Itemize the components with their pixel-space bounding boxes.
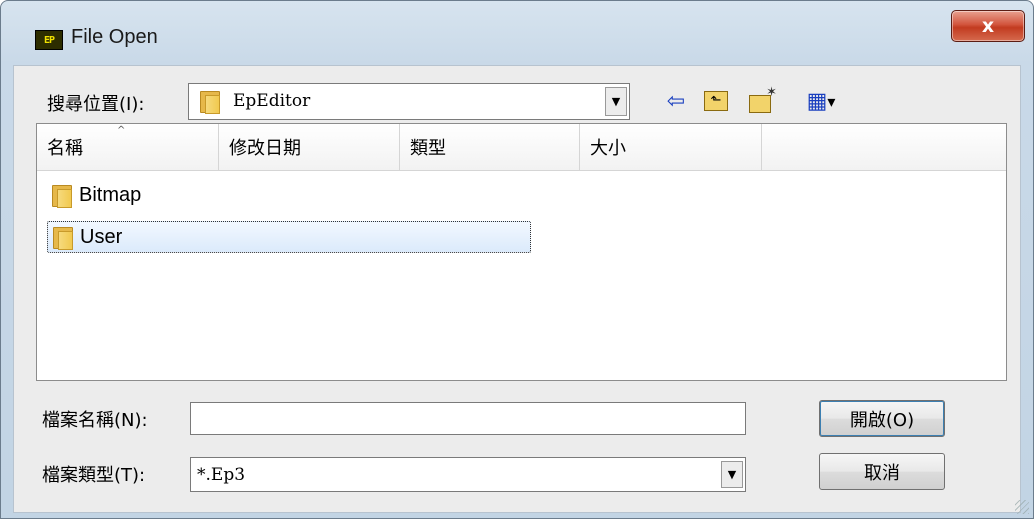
sparkle-icon: ✶ xyxy=(766,85,777,100)
open-button-label: 開啟(O) xyxy=(849,409,915,431)
view-menu-button[interactable]: ▦ ▾ xyxy=(793,88,849,114)
cancel-button-label: 取消 xyxy=(864,462,900,484)
window-title: File Open xyxy=(71,26,158,48)
close-button[interactable]: x xyxy=(951,10,1025,42)
list-item-selected[interactable]: User xyxy=(47,221,531,253)
app-icon: EP xyxy=(35,30,63,50)
look-in-value: EpEditor xyxy=(233,91,311,111)
up-folder-icon: ⬑ xyxy=(704,91,728,111)
folder-icon xyxy=(51,184,72,208)
column-header-size[interactable]: 大小 xyxy=(580,124,762,170)
column-label: 名稱 xyxy=(47,138,83,159)
file-type-label: 檔案類型(T): xyxy=(42,465,146,486)
list-item-label: Bitmap xyxy=(79,183,142,206)
file-name-label: 檔案名稱(N): xyxy=(42,410,148,431)
file-type-dropdown-arrow[interactable]: ▼ xyxy=(721,461,743,488)
list-item-label: User xyxy=(80,225,123,248)
back-button[interactable]: ⇦ xyxy=(661,88,691,114)
file-type-combobox[interactable]: *.Ep3 ▼ xyxy=(190,457,746,492)
sort-ascending-icon: ^ xyxy=(117,125,126,136)
file-list[interactable]: ^ 名稱 修改日期 類型 大小 Bitmap User xyxy=(36,123,1007,381)
title-bar[interactable]: EP File Open x xyxy=(1,1,1033,65)
column-label: 大小 xyxy=(590,138,626,159)
list-header: ^ 名稱 修改日期 類型 大小 xyxy=(37,124,1006,171)
new-folder-button[interactable]: ✶ xyxy=(743,85,777,113)
close-icon: x xyxy=(981,15,995,37)
folder-icon xyxy=(52,226,73,250)
open-button[interactable]: 開啟(O) xyxy=(819,400,945,437)
chevron-down-icon: ▼ xyxy=(611,95,621,108)
back-arrow-icon: ⇦ xyxy=(666,88,686,114)
column-header-name[interactable]: ^ 名稱 xyxy=(37,124,219,170)
look-in-combobox[interactable]: EpEditor ▼ xyxy=(188,83,630,120)
list-item[interactable]: Bitmap xyxy=(47,179,227,211)
up-folder-button[interactable]: ⬑ xyxy=(701,89,731,113)
file-type-value: *.Ep3 xyxy=(197,465,246,485)
file-open-dialog: EP File Open x 搜尋位置(I): EpEditor ▼ ⇦ ⬑ ✶… xyxy=(0,0,1034,519)
column-header-filler xyxy=(762,124,1006,170)
column-label: 類型 xyxy=(410,138,446,159)
cancel-button[interactable]: 取消 xyxy=(819,453,945,490)
look-in-dropdown-arrow[interactable]: ▼ xyxy=(605,87,627,116)
column-header-date[interactable]: 修改日期 xyxy=(219,124,400,170)
column-header-type[interactable]: 類型 xyxy=(400,124,580,170)
file-name-input[interactable] xyxy=(190,402,746,435)
chevron-down-icon: ▼ xyxy=(727,468,737,481)
look-in-label: 搜尋位置(I): xyxy=(47,94,145,115)
chevron-down-icon: ▾ xyxy=(827,91,836,111)
resize-grip[interactable] xyxy=(1015,500,1029,514)
column-label: 修改日期 xyxy=(229,138,301,159)
view-list-icon: ▦ xyxy=(806,88,828,114)
folder-icon xyxy=(199,90,220,114)
